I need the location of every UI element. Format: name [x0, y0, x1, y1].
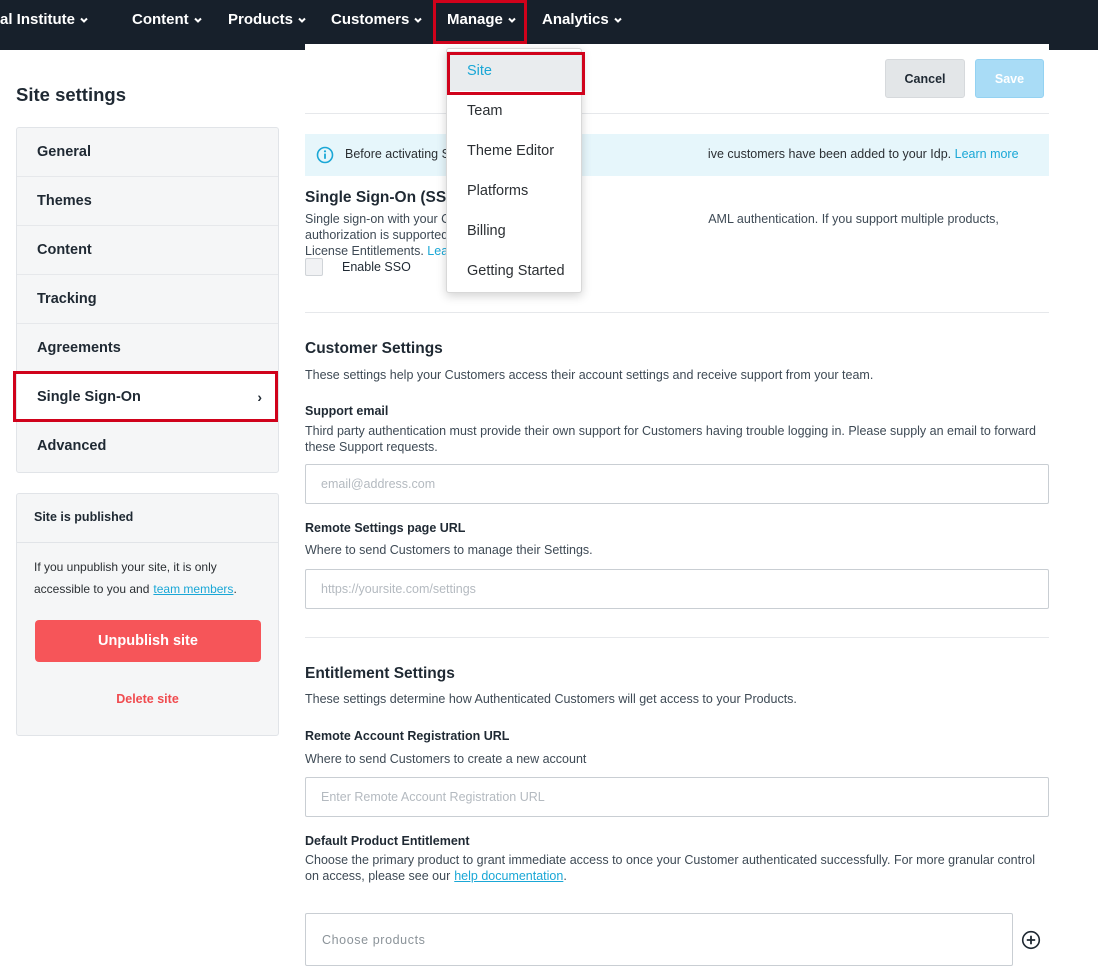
nav-customers-label: Customers: [331, 11, 410, 28]
chevron-down-icon: [297, 15, 307, 25]
remote-registration-url-desc: Where to send Customers to create a new …: [305, 752, 587, 766]
help-documentation-link[interactable]: help documentation: [454, 869, 563, 883]
default-product-entitlement-desc: Choose the primary product to grant imme…: [305, 853, 1049, 884]
add-circle-icon[interactable]: [1021, 930, 1041, 950]
publish-status-heading: Site is published: [17, 494, 278, 543]
nav-content[interactable]: Content: [132, 0, 203, 42]
support-email-input[interactable]: [305, 464, 1049, 504]
choose-products-select[interactable]: Choose products: [305, 913, 1013, 966]
nav-products-label: Products: [228, 11, 294, 28]
nav-products[interactable]: Products: [228, 0, 307, 42]
chevron-right-icon: ›: [257, 389, 262, 405]
menu-item-getting-started[interactable]: Getting Started: [447, 251, 581, 291]
menu-item-platforms[interactable]: Platforms: [447, 171, 581, 211]
manage-dropdown-menu: Site Team Theme Editor Platforms Billing…: [446, 48, 582, 293]
chevron-down-icon: [193, 15, 203, 25]
page-title: Site settings: [16, 84, 126, 105]
section-divider: [305, 312, 1049, 313]
info-text-start: Before activating S: [345, 147, 450, 161]
enable-sso-checkbox[interactable]: [305, 258, 323, 276]
settings-menu: General Themes Content Tracking Agreemen…: [16, 127, 279, 473]
entitlement-settings-title: Entitlement Settings: [305, 665, 455, 682]
customer-settings-title: Customer Settings: [305, 340, 443, 357]
remote-registration-url-label: Remote Account Registration URL: [305, 729, 510, 743]
team-members-link[interactable]: team members: [153, 582, 233, 596]
remote-registration-url-input[interactable]: [305, 777, 1049, 817]
entitlement-settings-desc: These settings determine how Authenticat…: [305, 692, 797, 706]
main-top-strip: [305, 44, 1049, 50]
remote-settings-url-desc: Where to send Customers to manage their …: [305, 543, 593, 557]
sidebar-item-themes[interactable]: Themes: [17, 177, 278, 226]
default-desc-suffix: .: [563, 868, 567, 883]
default-desc-text: Choose the primary product to grant imme…: [305, 853, 1035, 883]
manage-highlight-box: [433, 0, 527, 44]
top-navigation: al Institute Content Products Customers …: [0, 0, 1098, 50]
support-email-desc: Third party authentication must provide …: [305, 424, 1036, 454]
chevron-down-icon: [613, 15, 623, 25]
nav-analytics-label: Analytics: [542, 11, 609, 28]
learn-more-link[interactable]: Learn more: [955, 147, 1019, 161]
nav-site-name-label: al Institute: [0, 11, 76, 28]
customer-settings-desc: These settings help your Customers acces…: [305, 368, 874, 382]
sidebar-item-tracking[interactable]: Tracking: [17, 275, 278, 324]
publish-status-card: Site is published If you unpublish your …: [16, 493, 279, 736]
delete-site-link[interactable]: Delete site: [17, 692, 278, 706]
sidebar-item-general[interactable]: General: [17, 128, 278, 177]
cancel-button[interactable]: Cancel: [885, 59, 965, 98]
nav-site-name[interactable]: al Institute: [0, 0, 89, 42]
menu-item-theme-editor[interactable]: Theme Editor: [447, 131, 581, 171]
remote-settings-url-input[interactable]: [305, 569, 1049, 609]
sso-section-desc: Single sign-on with your C AML authentica…: [305, 211, 1049, 259]
nav-analytics[interactable]: Analytics: [542, 0, 623, 42]
enable-sso-label: Enable SSO: [342, 260, 411, 274]
default-product-entitlement-label: Default Product Entitlement: [305, 834, 470, 848]
sidebar-item-single-sign-on[interactable]: Single Sign-On ›: [17, 373, 278, 422]
menu-item-team[interactable]: Team: [447, 91, 581, 131]
sidebar-item-label: Single Sign-On: [37, 389, 141, 405]
info-text-end: ive customers have been added to your Id…: [707, 147, 952, 161]
header-divider: [305, 113, 1049, 114]
menu-item-site[interactable]: Site: [447, 51, 581, 91]
sso-info-banner: Before activating S ive customers have be…: [305, 134, 1049, 176]
chevron-down-icon: [79, 15, 89, 25]
sidebar-item-advanced[interactable]: Advanced: [17, 422, 278, 471]
choose-products-placeholder: Choose products: [322, 933, 426, 947]
save-button[interactable]: Save: [975, 59, 1044, 98]
remote-settings-url-label: Remote Settings page URL: [305, 521, 466, 535]
publish-text-suffix: .: [233, 582, 237, 596]
nav-customers[interactable]: Customers: [331, 0, 423, 42]
menu-item-billing[interactable]: Billing: [447, 211, 581, 251]
support-email-label: Support email: [305, 404, 389, 418]
chevron-down-icon: [413, 15, 423, 25]
unpublish-site-button[interactable]: Unpublish site: [35, 620, 261, 662]
section-divider: [305, 637, 1049, 638]
sso-section-title: Single Sign-On (SSO: [305, 189, 459, 206]
info-icon: [316, 146, 334, 164]
sso-desc-start: Single sign-on with your C: [305, 212, 451, 226]
sidebar-item-content[interactable]: Content: [17, 226, 278, 275]
publish-status-text: If you unpublish your site, it is only a…: [34, 556, 264, 600]
nav-content-label: Content: [132, 11, 189, 28]
sidebar-item-agreements[interactable]: Agreements: [17, 324, 278, 373]
sso-desc-line2: License Entitlements.: [305, 244, 424, 258]
